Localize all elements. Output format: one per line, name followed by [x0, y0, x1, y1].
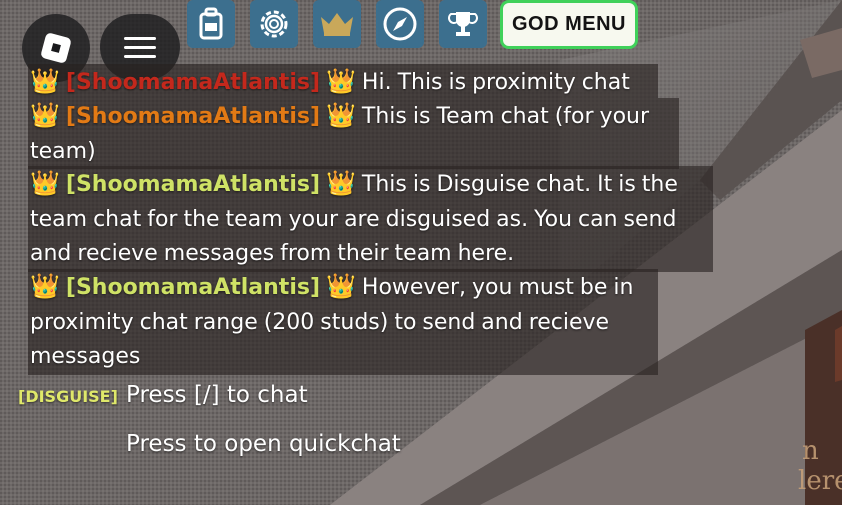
chat-input-box[interactable]: Press [/] to chat — [126, 382, 308, 408]
gear-icon — [260, 10, 288, 38]
crown-emoji-icon: 👑 — [30, 169, 60, 197]
settings-button[interactable] — [250, 0, 298, 48]
chat-message: 👑 [ShoomamaAtlantis] 👑 This is Disguise … — [28, 166, 713, 272]
crown-emoji-icon: 👑 — [30, 67, 60, 95]
crown-emoji-icon: 👑 — [326, 169, 356, 197]
god-menu-button[interactable]: GOD MENU — [500, 0, 638, 49]
leaderboard-button[interactable] — [439, 0, 487, 48]
backpack-button[interactable] — [187, 0, 235, 48]
compass-icon — [383, 7, 417, 41]
chat-message: 👑 [ShoomamaAtlantis] 👑 This is Team chat… — [28, 98, 679, 169]
chat-message: 👑 [ShoomamaAtlantis] 👑 Hi. This is proxi… — [28, 64, 658, 98]
crown-emoji-icon: 👑 — [30, 272, 60, 300]
crown-icon — [321, 13, 353, 36]
hamburger-menu-icon — [124, 31, 156, 64]
chat-message: 👑 [ShoomamaAtlantis] 👑 However, you must… — [28, 269, 658, 375]
chat-sender-name[interactable]: [ShoomamaAtlantis] — [66, 172, 320, 197]
vip-crown-button[interactable] — [313, 0, 361, 48]
chat-sender-name[interactable]: [ShoomamaAtlantis] — [66, 275, 320, 300]
crown-emoji-icon: 👑 — [326, 67, 356, 95]
backpack-icon — [199, 7, 223, 40]
chat-sender-name[interactable]: [ShoomamaAtlantis] — [66, 70, 320, 95]
crown-emoji-icon: 👑 — [30, 101, 60, 129]
chat-channel-label: [DISGUISE] — [18, 387, 118, 406]
chat-sender-name[interactable]: [ShoomamaAtlantis] — [66, 104, 320, 129]
chat-message-text: Hi. This is proximity chat — [361, 70, 630, 95]
background-sign-text: n lere — [798, 436, 842, 496]
roblox-logo-icon — [40, 32, 72, 64]
quickchat-hint[interactable]: Press to open quickchat — [126, 431, 401, 457]
crown-emoji-icon: 👑 — [326, 101, 356, 129]
crown-emoji-icon: 👑 — [326, 272, 356, 300]
trophy-icon — [448, 12, 478, 36]
compass-button[interactable] — [376, 0, 424, 48]
